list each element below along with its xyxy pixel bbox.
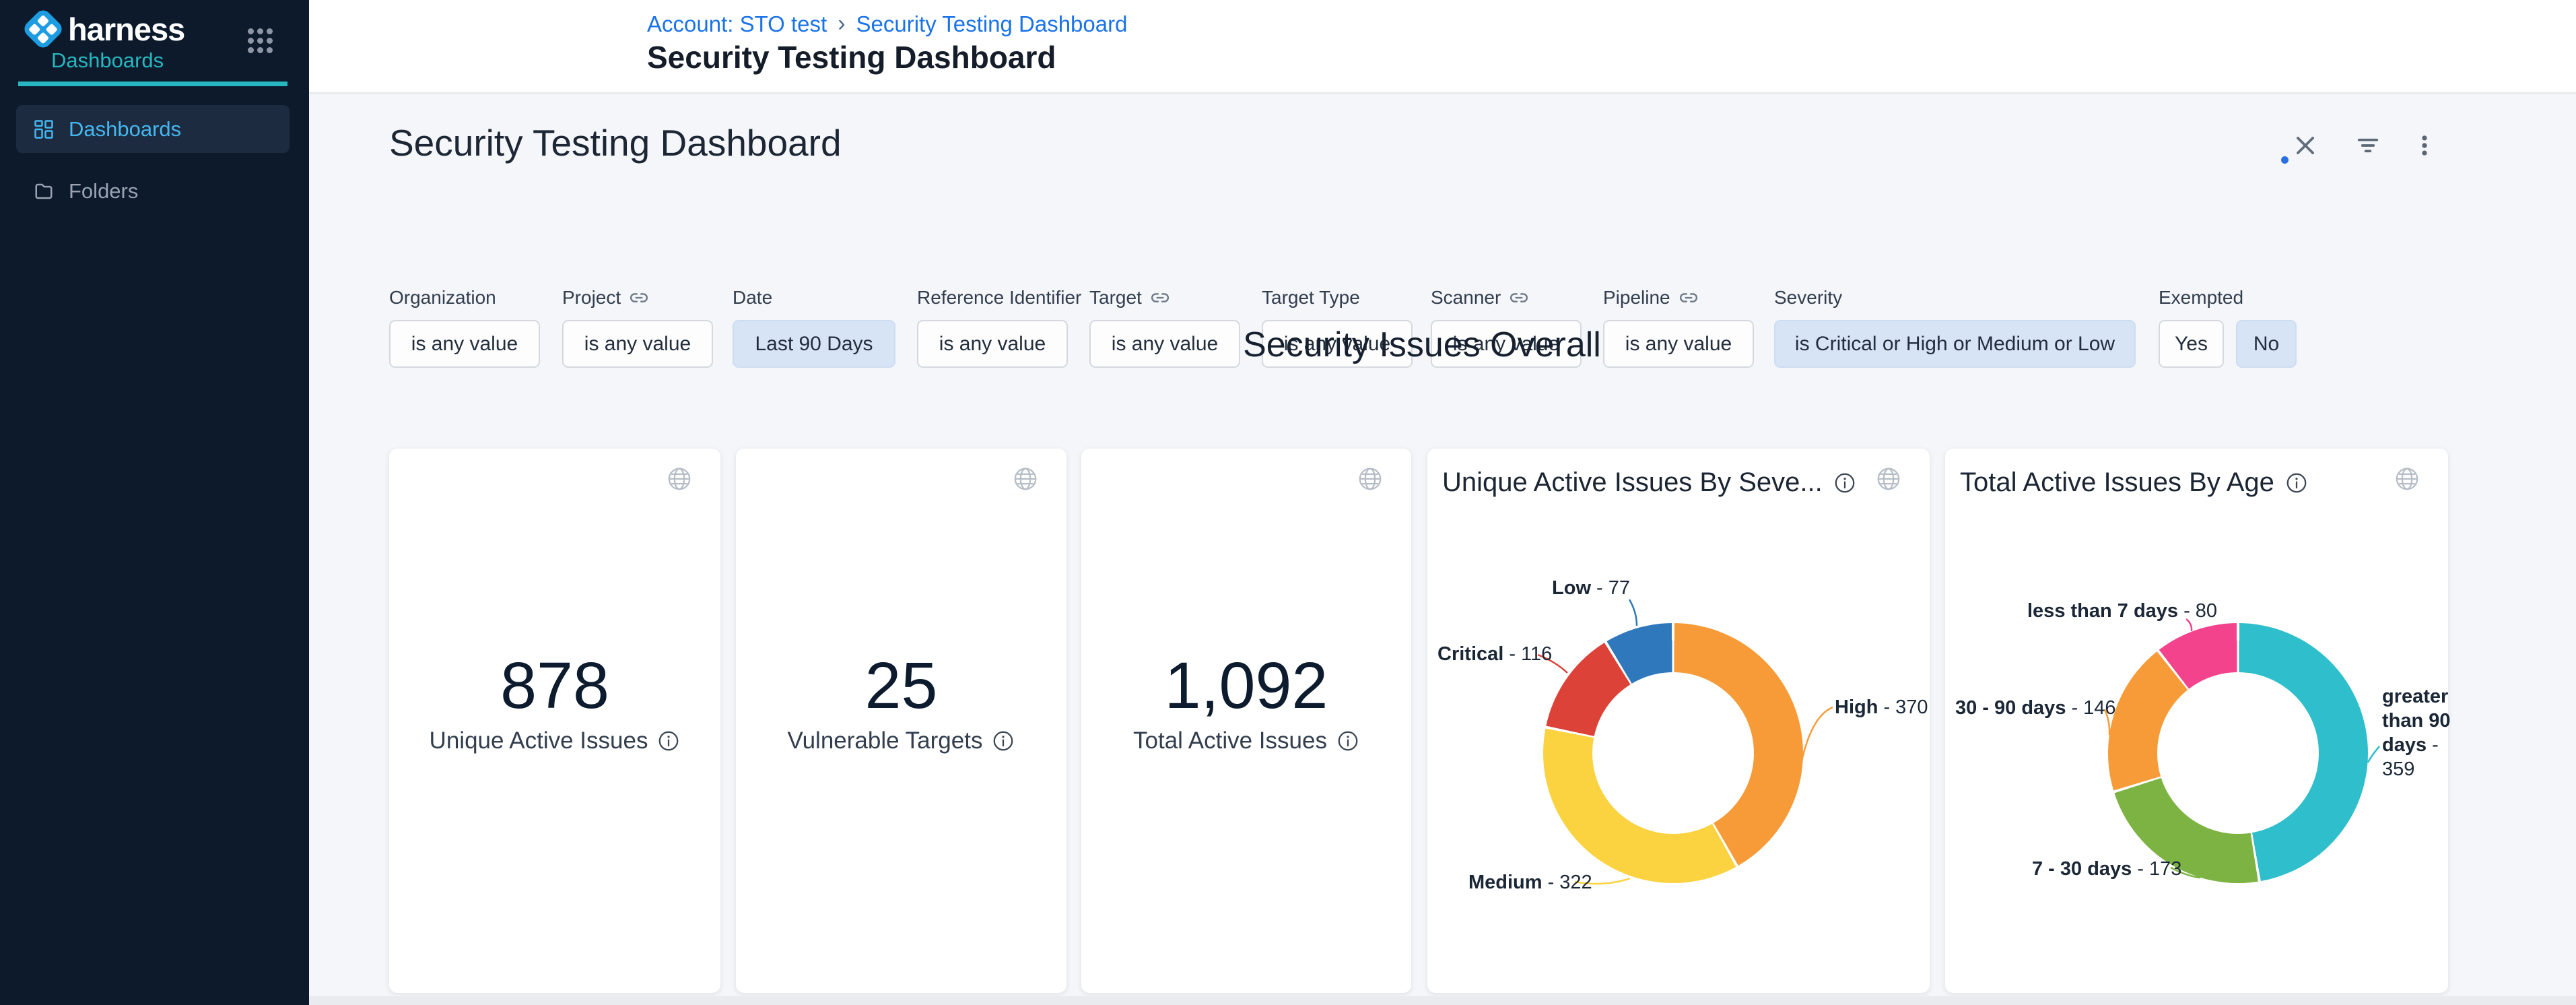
link-icon <box>1679 288 1699 308</box>
slice-label-critical: Critical- 116 <box>1437 643 1552 666</box>
bottom-strip <box>309 996 2576 1005</box>
breadcrumb-account-link[interactable]: Account: STO test <box>647 11 827 37</box>
slice-label-greater-than-90-days: greater than 90 days- 359 <box>2382 684 2456 781</box>
chart-title: Unique Active Issues By Seve... <box>1442 467 1823 498</box>
tile-value: 1,092 <box>1081 648 1411 723</box>
logo-text: harness <box>68 11 184 48</box>
filter-label: Pipeline <box>1603 287 1670 309</box>
globe-icon[interactable] <box>1013 466 1038 492</box>
more-options-button[interactable] <box>2407 128 2442 163</box>
info-icon[interactable] <box>1336 730 1359 752</box>
filter-icon <box>2354 132 2381 159</box>
sidebar-item-label: Dashboards <box>69 117 181 141</box>
slice-label-7-30-days: 7 - 30 days- 173 <box>2032 858 2181 880</box>
info-icon[interactable] <box>657 730 680 752</box>
slice-label-less-than-7-days: less than 7 days- 80 <box>2027 600 2217 622</box>
filter-label: Organization <box>389 287 496 309</box>
app-switcher-icon[interactable] <box>248 28 273 53</box>
page-title: Security Testing Dashboard <box>647 39 1056 75</box>
dashboards-icon <box>34 119 54 139</box>
breadcrumb-page-link[interactable]: Security Testing Dashboard <box>856 11 1128 37</box>
filter-label: Severity <box>1774 287 1842 309</box>
tile-label: Unique Active Issues <box>430 727 648 754</box>
info-icon[interactable] <box>1833 472 1856 494</box>
tile-vulnerable-targets: 25 Vulnerable Targets <box>736 449 1066 993</box>
link-icon <box>1509 288 1529 308</box>
globe-icon[interactable] <box>1357 466 1383 492</box>
globe-icon[interactable] <box>1876 466 1901 492</box>
section-title: Security Issues Overall <box>314 325 2530 365</box>
chart-total-active-issues-by-age: Total Active Issues By Age less than 7 d… <box>1945 449 2448 993</box>
slice-label-30-90-days: 30 - 90 days- 146 <box>1955 697 2116 719</box>
sidebar-item-dashboards[interactable]: Dashboards <box>16 105 290 153</box>
info-icon[interactable] <box>2285 472 2308 494</box>
tile-label: Vulnerable Targets <box>788 727 983 754</box>
slice-label-low: Low- 77 <box>1499 577 1630 599</box>
tile-unique-active-issues: 878 Unique Active Issues <box>389 449 720 993</box>
harness-logo-icon <box>21 7 65 51</box>
filter-label: Date <box>733 287 772 309</box>
filter-label: Target Type <box>1262 287 1360 309</box>
sidebar-accent-divider <box>18 82 287 86</box>
filters-button[interactable] <box>2350 128 2385 163</box>
folder-icon <box>34 181 54 201</box>
tile-value: 25 <box>736 648 1066 723</box>
tile-value: 878 <box>389 648 720 723</box>
chart-title: Total Active Issues By Age <box>1960 467 2274 498</box>
cursor-dot <box>2281 156 2289 164</box>
slice-label-medium: Medium- 322 <box>1468 872 1592 894</box>
info-icon[interactable] <box>992 730 1015 752</box>
close-icon <box>2293 133 2318 158</box>
filter-label: Project <box>562 287 621 309</box>
severity-donut-chart[interactable] <box>1543 623 1803 883</box>
sidebar-item-label: Folders <box>69 179 138 203</box>
breadcrumb: Account: STO test › Security Testing Das… <box>647 11 1127 37</box>
top-header: Account: STO test › Security Testing Das… <box>309 0 2576 94</box>
filter-label: Scanner <box>1431 287 1501 309</box>
tile-total-active-issues: 1,092 Total Active Issues <box>1081 449 1411 993</box>
filter-label: Reference Identifier <box>917 287 1081 309</box>
kebab-menu-icon <box>2412 133 2437 158</box>
sidebar-item-folders[interactable]: Folders <box>16 167 290 215</box>
harness-logo[interactable]: harness <box>28 12 184 46</box>
sidebar: harness Dashboards Dashboards Folders <box>0 0 309 1005</box>
link-icon <box>1150 288 1170 308</box>
globe-icon[interactable] <box>667 466 692 492</box>
close-button[interactable] <box>2288 128 2323 163</box>
filter-label: Exempted <box>2159 287 2243 309</box>
breadcrumb-separator-icon: › <box>838 11 845 37</box>
globe-icon[interactable] <box>2394 466 2420 492</box>
product-name: Dashboards <box>51 48 164 73</box>
tile-label: Total Active Issues <box>1133 727 1327 754</box>
link-icon <box>629 288 649 308</box>
dashboard-title: Security Testing Dashboard <box>389 121 842 164</box>
filter-label: Target <box>1089 287 1142 309</box>
age-donut-chart[interactable] <box>2108 623 2368 883</box>
chart-unique-active-issues-by-severity: Unique Active Issues By Seve... Low- 77 … <box>1427 449 1930 993</box>
slice-label-high: High- 370 <box>1835 696 1928 719</box>
